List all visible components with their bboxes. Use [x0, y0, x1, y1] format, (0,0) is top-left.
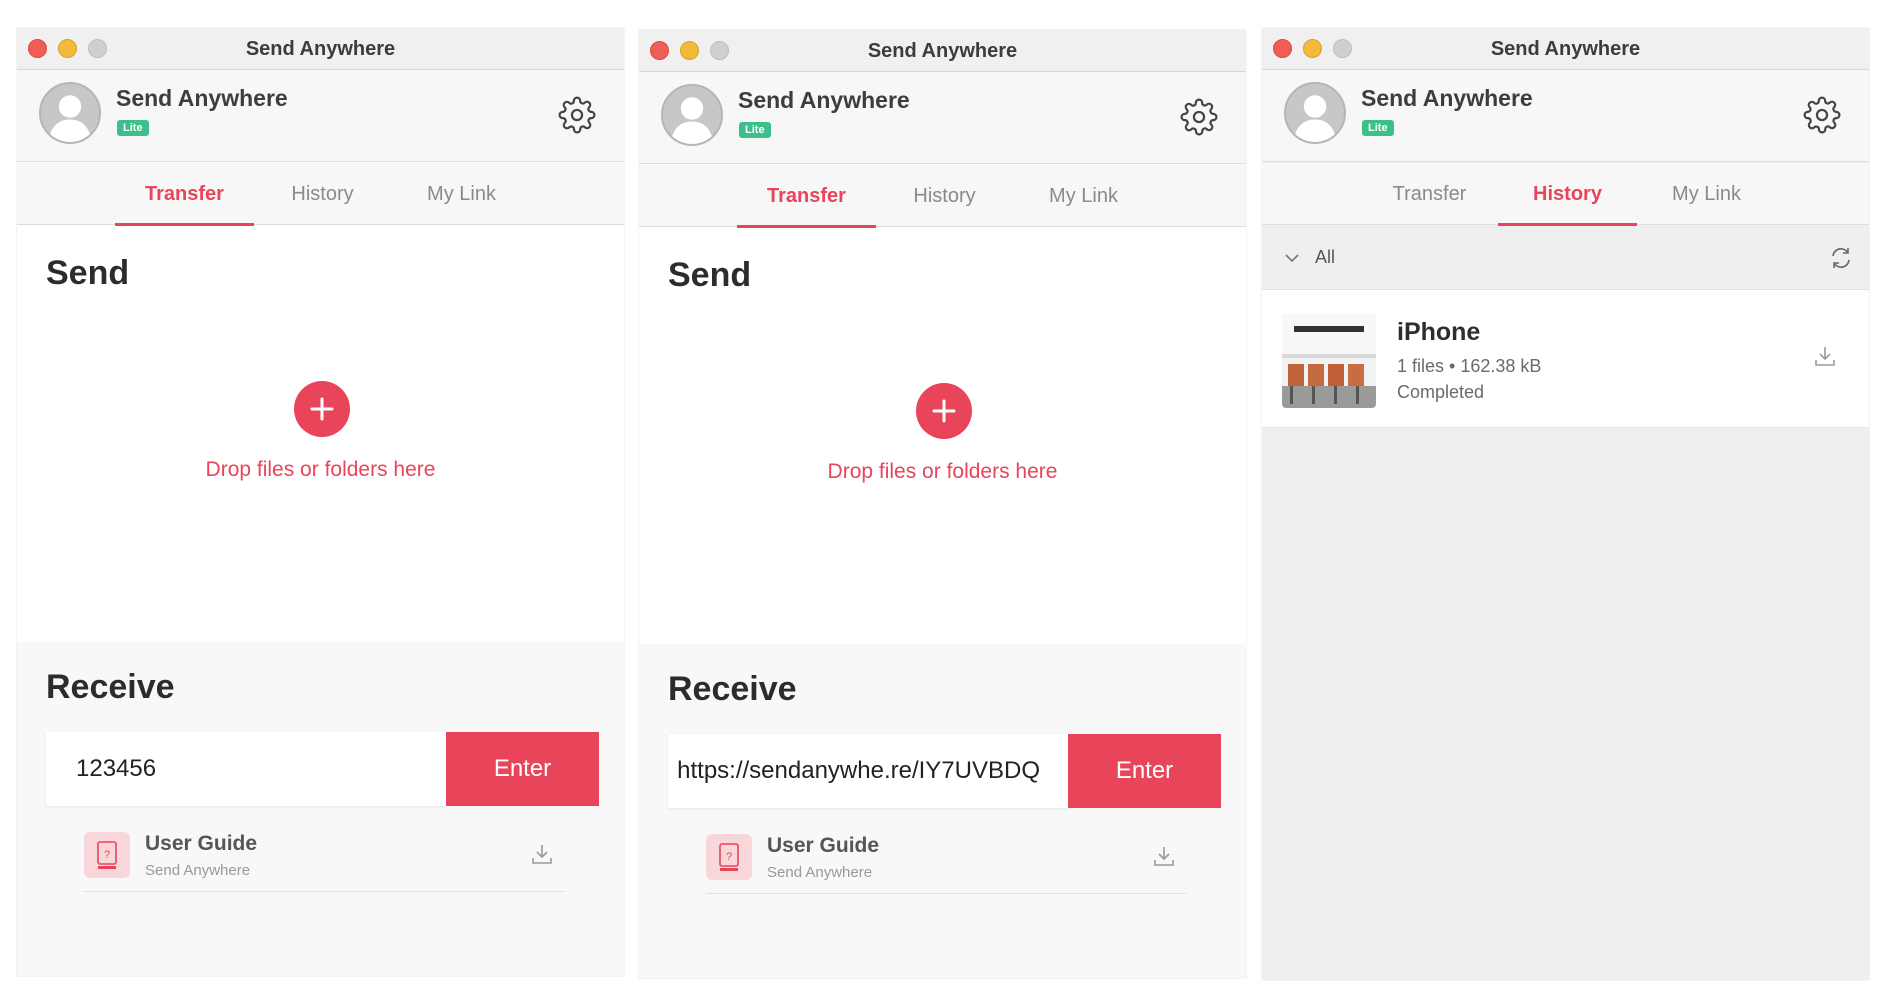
receive-heading: Receive [46, 668, 175, 706]
window-title: Send Anywhere [1490, 38, 1641, 60]
user-guide-subtitle: Send Anywhere [145, 862, 251, 879]
avatar[interactable] [661, 84, 723, 146]
history-filter-bar: All [1262, 226, 1869, 290]
drop-zone-label[interactable]: Drop files or folders here [639, 460, 1246, 484]
avatar[interactable] [39, 82, 101, 144]
download-icon[interactable] [1811, 342, 1839, 370]
tab-transfer[interactable]: Transfer [1360, 163, 1499, 225]
user-guide-title: User Guide [767, 834, 880, 857]
filter-dropdown[interactable]: All [1315, 247, 1335, 268]
plan-badge: Lite [1362, 120, 1394, 136]
tab-transfer[interactable]: Transfer [115, 163, 254, 226]
gear-icon[interactable] [558, 96, 596, 134]
app-name: Send Anywhere [116, 85, 288, 111]
receive-key-value: https://sendanywhe.re/IY7UVBDQ [677, 757, 1040, 784]
tab-history[interactable]: History [875, 165, 1014, 227]
avatar[interactable] [1284, 82, 1346, 144]
history-item-meta: 1 files • 162.38 kB [1397, 356, 1542, 376]
app-name: Send Anywhere [1361, 85, 1533, 111]
plus-icon [932, 399, 956, 423]
user-guide-item[interactable]: ? User Guide Send Anywhere [706, 824, 1186, 894]
plan-badge: Lite [739, 122, 771, 138]
add-files-button[interactable] [294, 381, 350, 437]
tab-bar: Transfer History My Link [1262, 163, 1869, 226]
tab-my-link[interactable]: My Link [1014, 165, 1153, 227]
tab-my-link[interactable]: My Link [1637, 163, 1776, 225]
receive-key-input[interactable]: 123456 [46, 732, 446, 806]
drop-zone-label[interactable]: Drop files or folders here [17, 458, 624, 482]
window-title: Send Anywhere [245, 38, 396, 60]
receive-section: Receive 123456 Enter ? User Guide Send A… [17, 642, 624, 976]
user-guide-subtitle: Send Anywhere [767, 864, 873, 881]
receive-section: Receive https://sendanywhe.re/IY7UVBDQ E… [639, 644, 1246, 978]
tab-transfer[interactable]: Transfer [737, 165, 876, 228]
gear-icon[interactable] [1803, 96, 1841, 134]
enter-button[interactable]: Enter [446, 732, 599, 806]
receive-key-input[interactable]: https://sendanywhe.re/IY7UVBDQ [668, 734, 1068, 808]
transfer-thumbnail [1282, 314, 1376, 408]
tab-history[interactable]: History [253, 163, 392, 225]
send-heading: Send [668, 256, 752, 294]
tab-bar: Transfer History My Link [17, 163, 624, 226]
refresh-icon[interactable] [1827, 244, 1855, 272]
tab-my-link[interactable]: My Link [392, 163, 531, 225]
plus-icon [310, 397, 334, 421]
profile-header: Send Anywhere Lite [17, 70, 624, 162]
tab-history[interactable]: History [1498, 163, 1637, 226]
help-icon: ? [84, 832, 130, 878]
window-title: Send Anywhere [867, 40, 1018, 62]
chevron-down-icon[interactable] [1282, 248, 1302, 268]
app-name: Send Anywhere [738, 87, 910, 113]
title-bar[interactable]: Send Anywhere [17, 28, 624, 70]
download-icon[interactable] [1150, 842, 1178, 870]
app-window-history: Send Anywhere Send Anywhere Lite Transfe… [1262, 28, 1869, 980]
history-item-status: Completed [1397, 382, 1485, 402]
user-guide-item[interactable]: ? User Guide Send Anywhere [84, 822, 564, 892]
history-item-title: iPhone [1397, 318, 1481, 346]
help-icon: ? [706, 834, 752, 880]
add-files-button[interactable] [916, 383, 972, 439]
tab-bar: Transfer History My Link [639, 165, 1246, 228]
history-item[interactable]: iPhone 1 files • 162.38 kB Completed [1262, 290, 1869, 428]
enter-button[interactable]: Enter [1068, 734, 1221, 808]
title-bar[interactable]: Send Anywhere [1262, 28, 1869, 70]
receive-heading: Receive [668, 670, 797, 708]
download-icon[interactable] [528, 840, 556, 868]
receive-key-value: 123456 [76, 755, 157, 782]
profile-header: Send Anywhere Lite [639, 72, 1246, 164]
gear-icon[interactable] [1180, 98, 1218, 136]
app-window-transfer-link: Send Anywhere Send Anywhere Lite Transfe… [639, 30, 1246, 978]
send-heading: Send [46, 254, 130, 292]
svg-text:?: ? [726, 851, 732, 863]
user-guide-title: User Guide [145, 832, 258, 855]
profile-header: Send Anywhere Lite [1262, 70, 1869, 162]
app-window-transfer-code: Send Anywhere Send Anywhere Lite Transfe… [17, 28, 624, 976]
title-bar[interactable]: Send Anywhere [639, 30, 1246, 72]
svg-text:?: ? [104, 849, 110, 861]
plan-badge: Lite [117, 120, 149, 136]
